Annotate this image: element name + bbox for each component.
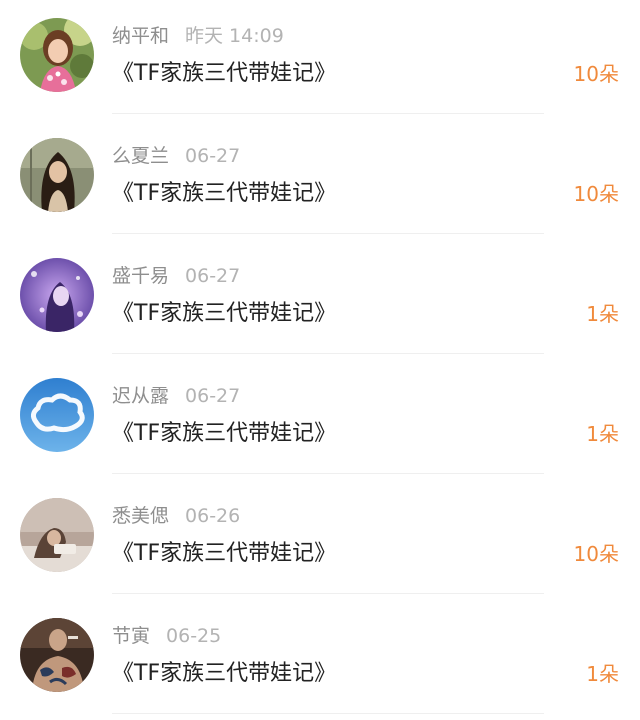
item-meta: 盛千易 06-27 [112,262,240,290]
user-name[interactable]: 迟从露 [112,385,169,407]
user-name[interactable]: 盛千易 [112,265,169,287]
timestamp: 06-25 [166,625,222,647]
divider [112,353,544,354]
list-item[interactable]: 节寅 06-25 《TF家族三代带娃记》 1朵 [0,600,640,720]
timestamp: 06-27 [185,265,241,287]
item-title[interactable]: 《TF家族三代带娃记》 [112,178,336,210]
divider [112,113,544,114]
flower-count: 10朵 [573,182,619,206]
timestamp: 昨天 14:09 [185,25,284,47]
user-name[interactable]: 节寅 [112,625,150,647]
woman-long-hair-avatar[interactable] [20,138,94,212]
list-item[interactable]: 盛千易 06-27 《TF家族三代带娃记》 1朵 [0,240,640,360]
flower-count: 1朵 [586,662,619,686]
user-name[interactable]: 悉美偲 [112,505,169,527]
flower-count: 10朵 [573,62,619,86]
woman-flowers-avatar[interactable] [20,18,94,92]
flower-count: 1朵 [586,302,619,326]
divider [112,233,544,234]
divider [112,473,544,474]
flower-count: 10朵 [573,542,619,566]
reading-woman-avatar[interactable] [20,498,94,572]
timestamp: 06-26 [185,505,241,527]
user-name[interactable]: 纳平和 [112,25,169,47]
item-meta: 纳平和 昨天 14:09 [112,22,284,50]
divider [112,593,544,594]
list-item[interactable]: 纳平和 昨天 14:09 《TF家族三代带娃记》 10朵 [0,0,640,120]
item-meta: 节寅 06-25 [112,622,221,650]
item-title[interactable]: 《TF家族三代带娃记》 [112,298,336,330]
item-title[interactable]: 《TF家族三代带娃记》 [112,538,336,570]
tattoo-man-avatar[interactable] [20,618,94,692]
item-title[interactable]: 《TF家族三代带娃记》 [112,418,336,450]
list-item[interactable]: 么夏兰 06-27 《TF家族三代带娃记》 10朵 [0,120,640,240]
flower-count: 1朵 [586,422,619,446]
timestamp: 06-27 [185,385,241,407]
user-name[interactable]: 么夏兰 [112,145,169,167]
gift-list: 纳平和 昨天 14:09 《TF家族三代带娃记》 10朵 么夏兰 06-27 《TF… [0,0,640,720]
timestamp: 06-27 [185,145,241,167]
cloud-avatar[interactable] [20,378,94,452]
list-item[interactable]: 迟从露 06-27 《TF家族三代带娃记》 1朵 [0,360,640,480]
item-meta: 么夏兰 06-27 [112,142,240,170]
item-meta: 悉美偲 06-26 [112,502,240,530]
item-title[interactable]: 《TF家族三代带娃记》 [112,58,336,90]
item-title[interactable]: 《TF家族三代带娃记》 [112,658,336,690]
divider [112,713,544,714]
item-meta: 迟从露 06-27 [112,382,240,410]
purple-girl-avatar[interactable] [20,258,94,332]
list-item[interactable]: 悉美偲 06-26 《TF家族三代带娃记》 10朵 [0,480,640,600]
